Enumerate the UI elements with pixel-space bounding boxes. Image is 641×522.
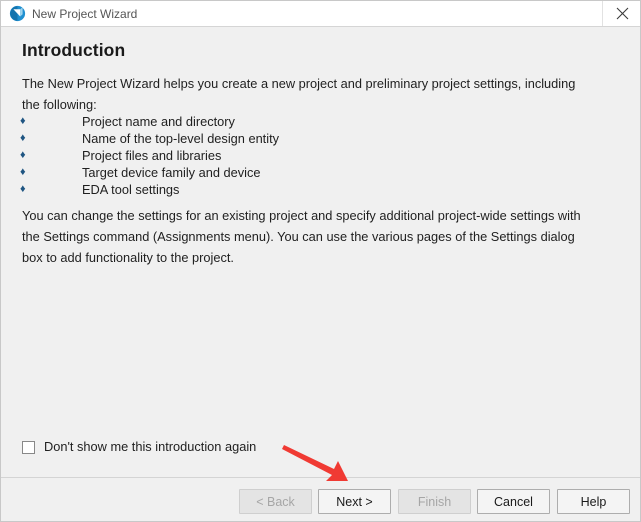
settings-paragraph: You can change the settings for an exist… — [22, 208, 581, 265]
diamond-bullet-icon: ♦ — [20, 149, 26, 161]
diamond-bullet-icon: ♦ — [20, 183, 26, 195]
dont-show-again-label: Don't show me this introduction again — [44, 439, 257, 454]
list-item: ♦ Target device family and device — [20, 164, 420, 181]
new-project-wizard-dialog: New Project Wizard Introduction The New … — [0, 0, 641, 522]
list-item-label: EDA tool settings — [82, 182, 180, 197]
dialog-content: Introduction The New Project Wizard help… — [1, 27, 640, 477]
diamond-bullet-icon: ♦ — [20, 132, 26, 144]
close-icon[interactable] — [602, 1, 640, 26]
intro-paragraph: The New Project Wizard helps you create … — [22, 76, 576, 112]
dialog-button-bar: < Back Next > Finish Cancel Help — [1, 477, 640, 521]
dont-show-again-checkbox[interactable]: Don't show me this introduction again — [22, 439, 256, 455]
finish-button[interactable]: Finish — [398, 489, 471, 514]
list-item: ♦ Project name and directory — [20, 113, 420, 130]
next-button[interactable]: Next > — [318, 489, 391, 514]
list-item: ♦ EDA tool settings — [20, 181, 420, 198]
back-button[interactable]: < Back — [239, 489, 312, 514]
list-item: ♦ Project files and libraries — [20, 147, 420, 164]
page-title: Introduction — [22, 40, 126, 60]
list-item: ♦ Name of the top-level design entity — [20, 130, 420, 147]
list-item-label: Project files and libraries — [82, 148, 222, 163]
help-button[interactable]: Help — [557, 489, 630, 514]
quartus-sphere-icon — [9, 5, 26, 22]
cancel-button[interactable]: Cancel — [477, 489, 550, 514]
title-bar: New Project Wizard — [1, 1, 640, 27]
window-title: New Project Wizard — [32, 7, 138, 21]
diamond-bullet-icon: ♦ — [20, 166, 26, 178]
list-item-label: Project name and directory — [82, 114, 235, 129]
feature-bullet-list: ♦ Project name and directory ♦ Name of t… — [20, 113, 420, 198]
checkbox-box-icon[interactable] — [22, 440, 35, 454]
list-item-label: Target device family and device — [82, 165, 261, 180]
diamond-bullet-icon: ♦ — [20, 115, 26, 127]
list-item-label: Name of the top-level design entity — [82, 131, 280, 146]
